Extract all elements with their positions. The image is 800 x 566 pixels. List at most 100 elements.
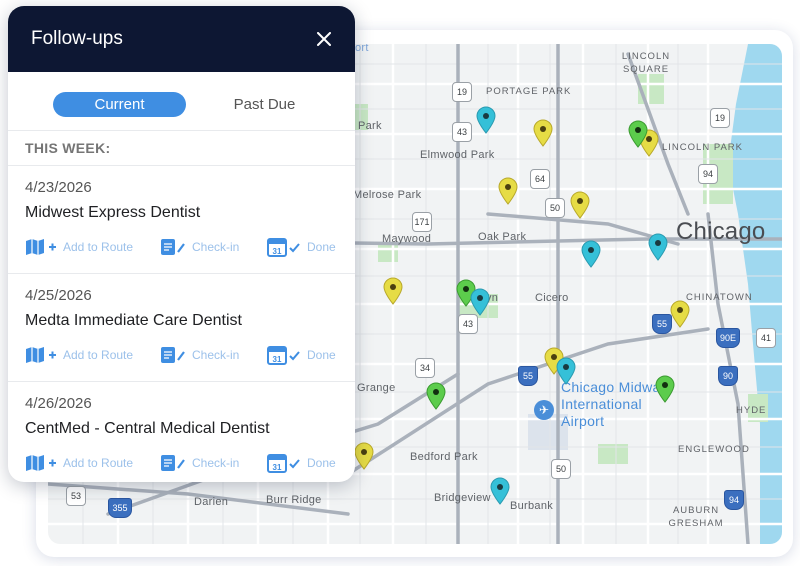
add-to-route-label: Add to Route: [63, 240, 134, 254]
map-pin-teal[interactable]: [555, 357, 577, 385]
calendar-check-icon: 31: [267, 238, 300, 257]
check-in-button[interactable]: Check-in: [160, 344, 239, 366]
add-to-route-label: Add to Route: [63, 348, 134, 362]
follow-up-item: 4/26/2026 CentMed - Central Medical Dent…: [8, 382, 355, 482]
map-pin-green[interactable]: [627, 120, 649, 148]
map-label-melrose-park: Melrose Park: [353, 189, 422, 201]
map-pin-yellow[interactable]: [382, 277, 404, 305]
highway-shield: 64: [530, 169, 550, 189]
map-label-cicero: Cicero: [535, 292, 569, 304]
follow-up-item: 4/23/2026 Midwest Express Dentist Add to…: [8, 166, 355, 274]
tab-current[interactable]: Current: [53, 92, 186, 117]
map-label-chinatown: CHINATOWN: [686, 292, 753, 303]
follow-up-actions: Add to Route Check-in 31 Done: [25, 344, 345, 366]
close-icon: [317, 32, 331, 46]
map-label-park: Park: [358, 120, 382, 132]
map-label-maywood: Maywood: [382, 233, 432, 245]
map-pin-teal[interactable]: [647, 233, 669, 261]
map-label-bridgeview: Bridgeview: [434, 492, 491, 504]
panel-header: Follow-ups: [8, 6, 355, 72]
check-in-label: Check-in: [192, 348, 240, 362]
map-pin-teal[interactable]: [475, 106, 497, 134]
add-to-route-button[interactable]: Add to Route: [25, 344, 133, 366]
svg-text:31: 31: [273, 355, 282, 364]
highway-shield: 50: [545, 198, 565, 218]
check-in-icon: [161, 455, 185, 471]
check-in-label: Check-in: [192, 456, 240, 470]
highway-shield: 53: [66, 486, 86, 506]
highway-shield: 34: [415, 358, 435, 378]
check-in-button[interactable]: Check-in: [160, 452, 239, 474]
map-pin-teal[interactable]: [580, 240, 602, 268]
done-label: Done: [307, 240, 336, 254]
follow-up-actions: Add to Route Check-in 31 Done: [25, 452, 345, 474]
done-label: Done: [307, 456, 336, 470]
highway-shield: 94: [724, 490, 744, 510]
highway-shield: 355: [108, 498, 132, 518]
map-label-ort: ort: [355, 44, 369, 54]
map-label-grange: Grange: [357, 382, 396, 394]
tab-past-due[interactable]: Past Due: [198, 92, 331, 117]
done-label: Done: [307, 348, 336, 362]
map-label-englewood: ENGLEWOOD: [678, 444, 750, 455]
highway-shield: 43: [452, 122, 472, 142]
map-label-bedford-park: Bedford Park: [410, 451, 478, 463]
section-heading: THIS WEEK:: [8, 131, 355, 166]
map-label-lincoln-park: LINCOLN PARK: [662, 142, 743, 153]
tab-bar: Current Past Due: [8, 72, 355, 131]
map-label-burbank: Burbank: [510, 500, 554, 512]
map-pin-green[interactable]: [425, 382, 447, 410]
follow-up-date: 4/23/2026: [25, 179, 92, 196]
map-label-hyde: HYDE: [736, 405, 767, 416]
map-route-icon: [26, 239, 56, 255]
add-to-route-button[interactable]: Add to Route: [25, 236, 133, 258]
highway-shield: 19: [452, 82, 472, 102]
airport-icon: ✈: [534, 400, 554, 420]
close-button[interactable]: [311, 26, 337, 52]
highway-shield: 43: [458, 314, 478, 334]
map-pin-yellow[interactable]: [569, 191, 591, 219]
map-pin-teal[interactable]: [489, 477, 511, 505]
map-route-icon: [26, 455, 56, 471]
follow-up-name: CentMed - Central Medical Dentist: [25, 420, 270, 437]
map-label-elmwood-park: Elmwood Park: [420, 149, 495, 161]
highway-shield: 171: [412, 212, 432, 232]
highway-shield: 90E: [716, 328, 740, 348]
add-to-route-label: Add to Route: [63, 456, 134, 470]
highway-shield: 19: [710, 108, 730, 128]
park-area: [378, 244, 398, 262]
highway-shield: 50: [551, 459, 571, 479]
map-label-chicago: Chicago: [676, 218, 766, 245]
check-in-label: Check-in: [192, 240, 240, 254]
map-pin-yellow[interactable]: [669, 300, 691, 328]
check-in-icon: [161, 239, 185, 255]
follow-up-name: Midwest Express Dentist: [25, 204, 201, 221]
svg-text:31: 31: [273, 463, 282, 472]
map-label-lincoln-square: LINCOLN SQUARE: [621, 51, 671, 75]
follow-ups-panel: Follow-ups Current Past Due THIS WEEK: 4…: [8, 6, 355, 482]
done-button[interactable]: 31 Done: [267, 236, 336, 258]
svg-text:31: 31: [273, 247, 282, 256]
done-button[interactable]: 31 Done: [267, 344, 336, 366]
highway-shield: 90: [718, 366, 738, 386]
map-pin-yellow[interactable]: [532, 119, 554, 147]
map-label-burr-ridge: Burr Ridge: [266, 494, 322, 506]
map-pin-yellow[interactable]: [497, 177, 519, 205]
done-button[interactable]: 31 Done: [267, 452, 336, 474]
follow-up-item: 4/25/2026 Medta Immediate Care Dentist A…: [8, 274, 355, 382]
calendar-check-icon: 31: [267, 454, 300, 473]
map-pin-green[interactable]: [654, 375, 676, 403]
highway-shield: 94: [698, 164, 718, 184]
map-label-auburn-gresham: AUBURN GRESHAM: [668, 505, 724, 529]
follow-up-date: 4/25/2026: [25, 287, 92, 304]
map-pin-yellow[interactable]: [353, 442, 375, 470]
map-label-darien: Darien: [194, 496, 229, 508]
highway-shield: 55: [518, 366, 538, 386]
check-in-icon: [161, 347, 185, 363]
highway-shield: 41: [756, 328, 776, 348]
add-to-route-button[interactable]: Add to Route: [25, 452, 133, 474]
check-in-button[interactable]: Check-in: [160, 236, 239, 258]
map-label-oak-park: Oak Park: [478, 231, 527, 243]
map-pin-teal[interactable]: [469, 288, 491, 316]
follow-up-name: Medta Immediate Care Dentist: [25, 312, 242, 329]
